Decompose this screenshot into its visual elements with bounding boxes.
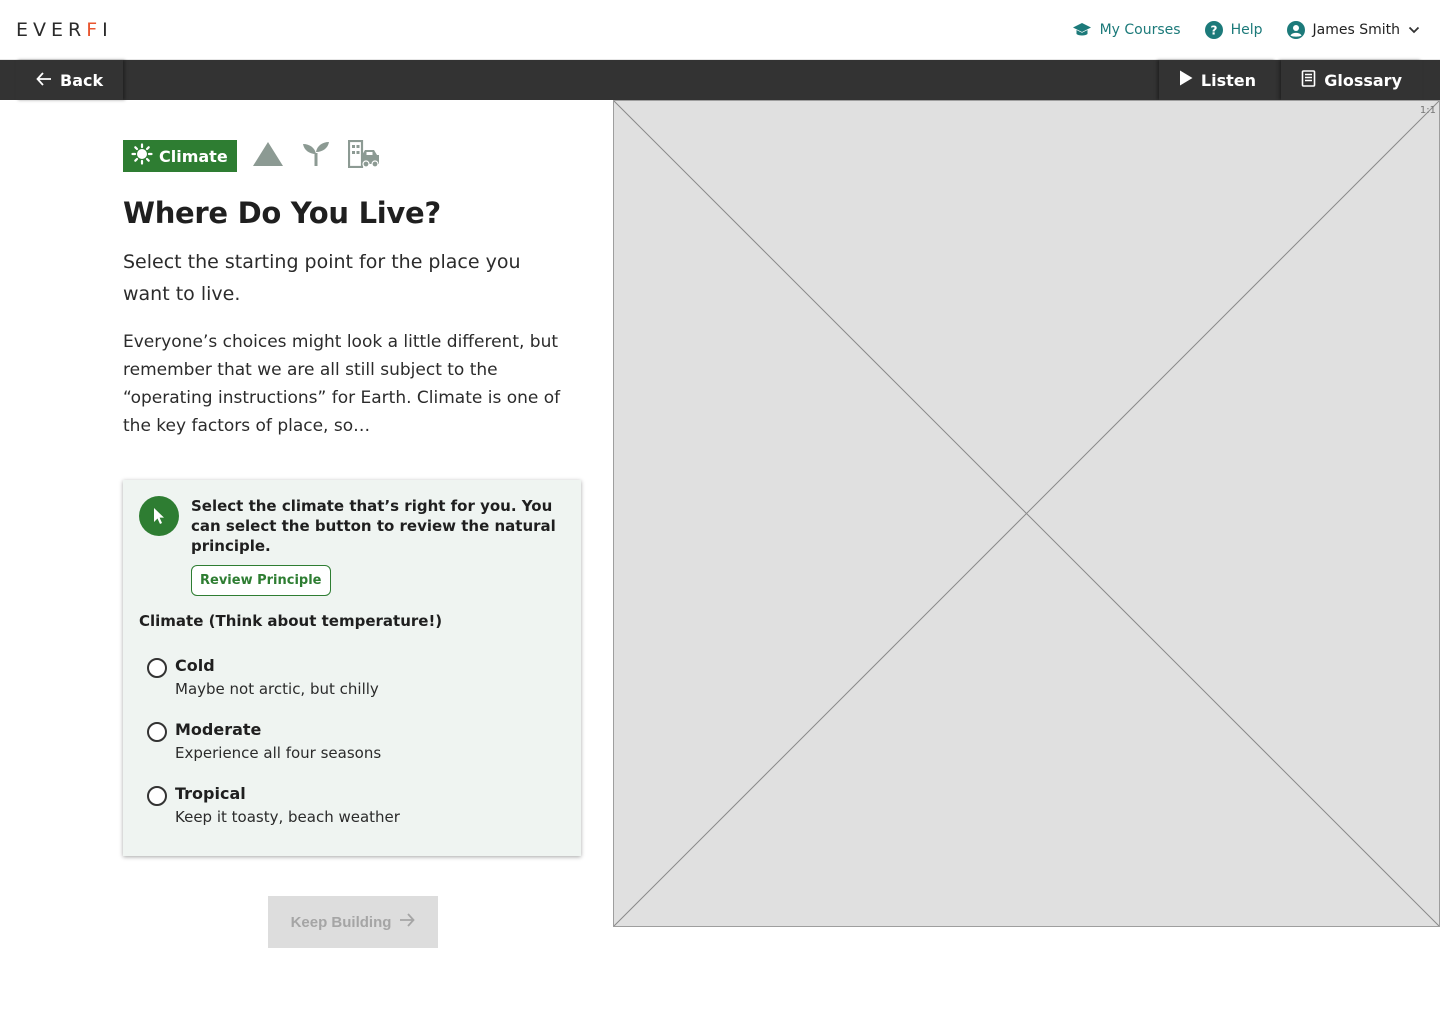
aspect-ratio-label: 1:1: [1419, 105, 1436, 116]
play-icon: [1179, 70, 1193, 90]
tab-plants[interactable]: [299, 140, 333, 172]
my-courses-label: My Courses: [1099, 22, 1181, 38]
tab-community[interactable]: [347, 139, 381, 172]
listen-button[interactable]: Listen: [1158, 60, 1276, 100]
image-placeholder: 1:1: [613, 100, 1440, 927]
option-title: Cold: [175, 656, 215, 675]
option-cold[interactable]: Cold Maybe not arctic, but chilly: [147, 656, 547, 704]
help-icon: ?: [1204, 21, 1223, 39]
glossary-label: Glossary: [1324, 70, 1402, 90]
user-avatar-icon: [1286, 21, 1305, 39]
glossary-button[interactable]: Glossary: [1281, 60, 1422, 100]
help-label: Help: [1230, 22, 1263, 38]
radio-moderate[interactable]: [147, 722, 167, 742]
book-icon: [1301, 69, 1316, 91]
help-link[interactable]: ? Help: [1204, 21, 1263, 39]
option-description: Keep it toasty, beach weather: [175, 808, 400, 826]
pointer-cursor-icon: [139, 496, 179, 536]
climate-question-card: Select the climate that’s right for you.…: [123, 480, 581, 856]
intro-paragraph: Everyone’s choices might look a little d…: [123, 332, 561, 436]
tab-climate[interactable]: Climate: [123, 140, 237, 172]
radio-tropical[interactable]: [147, 786, 167, 806]
logo-accent: F: [86, 19, 103, 41]
review-principle-button[interactable]: Review Principle: [191, 565, 331, 596]
graduation-cap-icon: [1072, 22, 1092, 38]
svg-text:?: ?: [1210, 24, 1217, 38]
page-title: Where Do You Live?: [123, 196, 441, 230]
option-description: Maybe not arctic, but chilly: [175, 680, 379, 698]
option-title: Tropical: [175, 784, 246, 803]
everfi-logo[interactable]: EVERFI: [16, 19, 113, 41]
user-name: James Smith: [1312, 22, 1400, 38]
logo-text: EVER: [16, 19, 87, 41]
climate-group-label: Climate (Think about temperature!): [139, 612, 443, 630]
arrow-left-icon: [36, 71, 52, 90]
chevron-down-icon: [1408, 26, 1420, 34]
option-tropical[interactable]: Tropical Keep it toasty, beach weather: [147, 784, 547, 832]
radio-cold[interactable]: [147, 658, 167, 678]
arrow-right-icon: [399, 913, 416, 931]
back-button[interactable]: Back: [16, 60, 124, 100]
back-label: Back: [60, 70, 104, 90]
page-subtitle: Select the starting point for the place …: [123, 251, 521, 305]
option-description: Experience all four seasons: [175, 744, 382, 762]
sprout-icon: [302, 141, 330, 171]
keep-building-button[interactable]: Keep Building: [268, 896, 438, 948]
top-nav: My Courses ? Help James Smith: [1072, 0, 1420, 60]
placeholder-cross: [614, 101, 1439, 926]
user-menu[interactable]: James Smith: [1286, 21, 1420, 39]
option-moderate[interactable]: Moderate Experience all four seasons: [147, 720, 547, 768]
lesson-content: Climate Where Do You Live? Select the st…: [123, 139, 583, 440]
logo-text-end: I: [102, 19, 113, 41]
tab-landforms[interactable]: [251, 140, 285, 172]
my-courses-link[interactable]: My Courses: [1072, 22, 1181, 38]
listen-label: Listen: [1200, 70, 1256, 90]
tab-climate-label: Climate: [159, 146, 228, 166]
card-instruction: Select the climate that’s right for you.…: [191, 497, 556, 555]
topic-tabs: Climate: [123, 139, 583, 172]
keep-building-label: Keep Building: [290, 913, 392, 931]
mountain-icon: [252, 141, 284, 171]
course-toolbar: Back Listen Glossary: [0, 60, 1440, 100]
option-title: Moderate: [175, 720, 262, 739]
city-icon: [347, 139, 380, 172]
top-header: EVERFI My Courses ? Help James Smith: [0, 0, 1440, 60]
sun-icon: [131, 143, 153, 169]
